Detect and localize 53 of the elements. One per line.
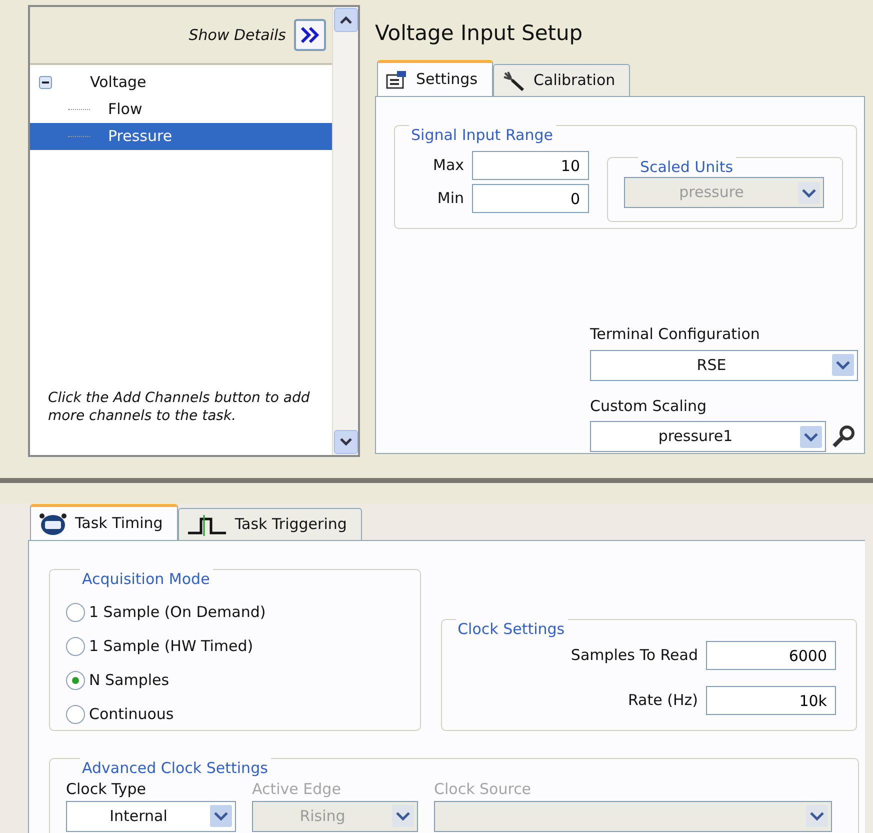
group-title: Signal Input Range (409, 125, 556, 145)
option-label: 1 Sample (HW Timed) (89, 636, 254, 657)
scrollbar[interactable] (332, 7, 358, 455)
scroll-down-button[interactable] (334, 430, 358, 454)
caret-icon (832, 354, 854, 376)
radio-button[interactable] (66, 602, 85, 622)
field-label: Custom Scaling (590, 396, 708, 416)
field-label: Clock Type (66, 779, 147, 800)
show-details-button[interactable] (294, 19, 326, 51)
field-label: Active Edge (252, 779, 342, 800)
double-chevron-icon (299, 25, 321, 45)
field-label: Samples To Read (570, 645, 698, 666)
field-label: Clock Source (434, 779, 532, 800)
option-label: N Samples (89, 670, 170, 691)
tab[interactable]: Task Timing (30, 504, 178, 540)
scroll-up-button[interactable] (334, 8, 358, 32)
group-title: Acquisition Mode (80, 569, 213, 589)
input-field[interactable]: 10k (706, 686, 836, 715)
field-label: Min (437, 188, 464, 210)
hint-text: Click the Add Channels button to add more channels to the task. (47, 388, 311, 426)
tab[interactable]: Settings (377, 60, 493, 96)
probe-icon (502, 70, 526, 92)
field-label: Rate (Hz) (628, 690, 698, 712)
group-title: Clock Settings (456, 619, 568, 639)
caret-icon (210, 805, 232, 827)
terminal-dropdown[interactable]: RSE (590, 350, 858, 380)
option-label: 1 Sample (On Demand) (89, 602, 266, 623)
caret-icon (800, 426, 822, 448)
collapse-icon[interactable] (39, 76, 52, 89)
form-icon (386, 70, 408, 90)
input-field[interactable]: 10 (472, 151, 590, 180)
input-field[interactable]: 6000 (706, 641, 836, 670)
show-details-label: Show Details (188, 24, 286, 46)
option-label: Continuous (89, 704, 174, 725)
field-label: Max (433, 155, 464, 176)
group-title: Advanced Clock Settings (80, 758, 271, 778)
radio-button[interactable] (66, 636, 85, 656)
pulse-icon (186, 512, 227, 536)
panel-title: Voltage Input Setup (375, 20, 584, 47)
input-field[interactable]: 0 (472, 184, 590, 213)
tree-item[interactable]: Flow (30, 96, 332, 123)
dropdown[interactable]: Internal (66, 800, 236, 832)
caret-icon (392, 805, 414, 827)
field-label: Terminal Configuration (590, 324, 761, 345)
tab[interactable]: Calibration (492, 64, 630, 96)
caret-icon (798, 182, 820, 204)
radio-button[interactable] (66, 670, 85, 690)
scaling-dropdown[interactable]: pressure1 (590, 421, 826, 452)
tab[interactable]: Task Triggering (178, 508, 362, 540)
radio-button[interactable] (66, 704, 85, 724)
caret-icon (806, 805, 828, 827)
tree-item[interactable]: Voltage (86, 69, 150, 96)
tree-item[interactable]: Pressure (30, 123, 332, 150)
